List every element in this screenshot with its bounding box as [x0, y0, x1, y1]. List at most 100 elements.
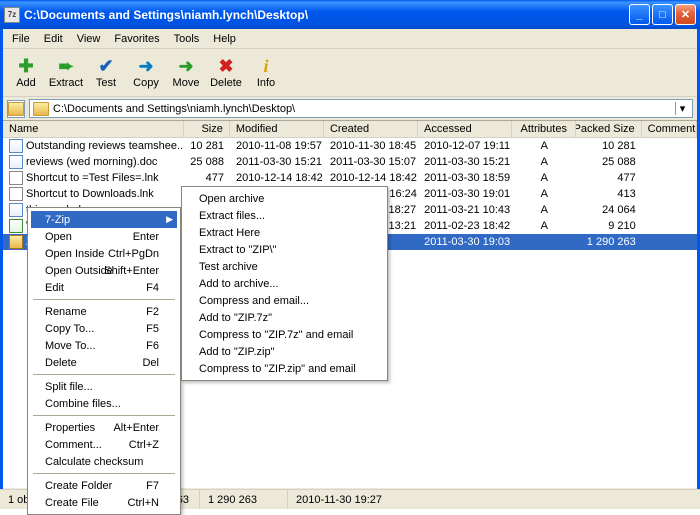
ctx-7zip[interactable]: 7-Zip▶ — [31, 211, 177, 228]
ctx-item[interactable]: Move To...F6 — [31, 337, 177, 354]
address-dropdown[interactable]: ▾ — [675, 102, 689, 115]
title-bar: 7z C:\Documents and Settings\niamh.lynch… — [0, 0, 700, 29]
status-date: 2010-11-30 19:27 — [288, 490, 700, 509]
shortcut: Ctrl+PgDn — [108, 248, 159, 260]
ctx-sub-item[interactable]: Test archive — [185, 258, 384, 275]
col-size[interactable]: Size — [184, 121, 230, 137]
ctx-item[interactable]: EditF4 — [31, 279, 177, 296]
col-comment[interactable]: Comment — [642, 121, 697, 137]
move-icon: ➜ — [176, 56, 196, 76]
ctx-item[interactable]: Open InsideCtrl+PgDn — [31, 245, 177, 262]
close-button[interactable]: ✕ — [675, 4, 696, 25]
menu-separator — [33, 299, 175, 300]
file-attr: A — [512, 140, 576, 152]
ctx-sub-item[interactable]: Extract files... — [185, 207, 384, 224]
menu-tools[interactable]: Tools — [167, 31, 207, 47]
toolbar: ✚Add ➨Extract ✔Test ➜Copy ➜Move ✖Delete … — [3, 49, 697, 97]
menu-help[interactable]: Help — [206, 31, 243, 47]
delete-icon: ✖ — [216, 56, 236, 76]
ctx-item[interactable]: Copy To...F5 — [31, 320, 177, 337]
menu-view[interactable]: View — [70, 31, 108, 47]
file-icon — [9, 203, 23, 217]
col-created[interactable]: Created — [324, 121, 418, 137]
col-packed[interactable]: Packed Size — [576, 121, 641, 137]
ctx-sub-item[interactable]: Compress and email... — [185, 292, 384, 309]
ctx-item[interactable]: Comment...Ctrl+Z — [31, 436, 177, 453]
shortcut: Shift+Enter — [104, 265, 159, 277]
ctx-item[interactable]: Create FileCtrl+N — [31, 494, 177, 511]
test-button[interactable]: ✔Test — [87, 54, 125, 91]
file-attr: A — [512, 156, 576, 168]
minimize-button[interactable]: _ — [629, 4, 650, 25]
info-icon: i — [256, 56, 276, 76]
ctx-sub-item[interactable]: Add to archive... — [185, 275, 384, 292]
address-text: C:\Documents and Settings\niamh.lynch\De… — [53, 103, 675, 115]
up-button[interactable] — [7, 100, 25, 118]
file-icon — [9, 187, 23, 201]
add-button[interactable]: ✚Add — [7, 54, 45, 91]
app-icon: 7z — [4, 7, 20, 23]
file-name: Shortcut to =Test Files=.lnk — [26, 172, 159, 184]
shortcut: Enter — [133, 231, 159, 243]
ctx-item[interactable]: Create FolderF7 — [31, 477, 177, 494]
window-title: C:\Documents and Settings\niamh.lynch\De… — [24, 8, 629, 22]
table-row[interactable]: Outstanding reviews teamshee...10 281201… — [3, 138, 697, 154]
file-accessed: 2010-12-07 19:11 — [418, 140, 512, 152]
ctx-sub-item[interactable]: Extract Here — [185, 224, 384, 241]
info-button[interactable]: iInfo — [247, 54, 285, 91]
ctx-sub-item[interactable]: Add to "ZIP.zip" — [185, 343, 384, 360]
file-name: Shortcut to Downloads.lnk — [26, 188, 154, 200]
ctx-sub-item[interactable]: Compress to "ZIP.zip" and email — [185, 360, 384, 377]
ctx-item[interactable]: DeleteDel — [31, 354, 177, 371]
file-modified: 2011-03-30 15:21 — [230, 156, 324, 168]
file-packed: 477 — [577, 172, 642, 184]
ctx-sub-item[interactable]: Extract to "ZIP\" — [185, 241, 384, 258]
ctx-item[interactable]: PropertiesAlt+Enter — [31, 419, 177, 436]
file-packed: 25 088 — [577, 156, 642, 168]
menu-file[interactable]: File — [5, 31, 37, 47]
col-attributes[interactable]: Attributes — [512, 121, 576, 137]
menu-favorites[interactable]: Favorites — [107, 31, 166, 47]
table-row[interactable]: Shortcut to =Test Files=.lnk4772010-12-1… — [3, 170, 697, 186]
copy-button[interactable]: ➜Copy — [127, 54, 165, 91]
ctx-item[interactable]: OpenEnter — [31, 228, 177, 245]
file-packed: 24 064 — [577, 204, 642, 216]
maximize-button[interactable]: □ — [652, 4, 673, 25]
file-created: 2010-11-30 18:45 — [324, 140, 418, 152]
file-modified: 2010-11-08 19:57 — [230, 140, 324, 152]
file-packed: 10 281 — [577, 140, 642, 152]
delete-button[interactable]: ✖Delete — [207, 54, 245, 91]
ctx-sub-item[interactable]: Add to "ZIP.7z" — [185, 309, 384, 326]
extract-button[interactable]: ➨Extract — [47, 54, 85, 91]
file-packed: 1 290 263 — [577, 236, 642, 248]
copy-icon: ➜ — [136, 56, 156, 76]
col-name[interactable]: Name — [3, 121, 184, 137]
ctx-item[interactable]: Split file... — [31, 378, 177, 395]
file-attr: A — [512, 204, 576, 216]
ctx-item[interactable]: RenameF2 — [31, 303, 177, 320]
ctx-item[interactable]: Open OutsideShift+Enter — [31, 262, 177, 279]
file-accessed: 2011-03-30 19:03 — [418, 236, 512, 248]
menu-edit[interactable]: Edit — [37, 31, 70, 47]
ctx-item[interactable]: Calculate checksum — [31, 453, 177, 470]
file-size: 477 — [184, 172, 230, 184]
address-bar: C:\Documents and Settings\niamh.lynch\De… — [3, 97, 697, 121]
ctx-sub-item[interactable]: Compress to "ZIP.7z" and email — [185, 326, 384, 343]
table-row[interactable]: reviews (wed morning).doc25 0882011-03-3… — [3, 154, 697, 170]
shortcut: F6 — [146, 340, 159, 352]
move-button[interactable]: ➜Move — [167, 54, 205, 91]
folder-icon — [33, 102, 49, 116]
ctx-sub-item[interactable]: Open archive — [185, 190, 384, 207]
ctx-item[interactable]: Combine files... — [31, 395, 177, 412]
col-accessed[interactable]: Accessed — [418, 121, 512, 137]
shortcut: Alt+Enter — [113, 422, 159, 434]
shortcut: F7 — [146, 480, 159, 492]
file-icon — [9, 155, 23, 169]
file-packed: 413 — [577, 188, 642, 200]
shortcut: F5 — [146, 323, 159, 335]
file-accessed: 2011-03-30 19:01 — [418, 188, 512, 200]
context-submenu: Open archiveExtract files...Extract Here… — [181, 186, 388, 381]
address-input[interactable]: C:\Documents and Settings\niamh.lynch\De… — [29, 99, 693, 118]
col-modified[interactable]: Modified — [230, 121, 324, 137]
folder-up-icon — [8, 102, 24, 116]
